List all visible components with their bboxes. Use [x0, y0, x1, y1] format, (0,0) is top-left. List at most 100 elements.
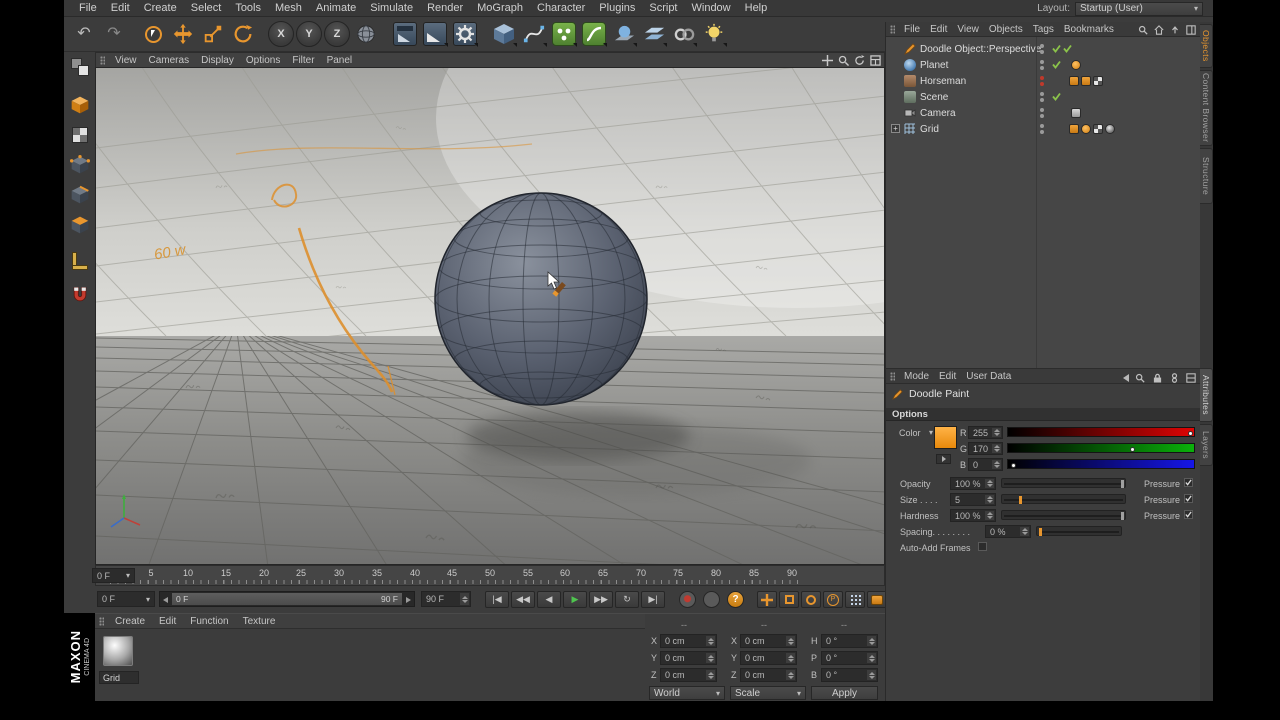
- record-position-toggle[interactable]: [757, 591, 777, 608]
- channel-g-slider[interactable]: [1007, 443, 1195, 453]
- axis-z-toggle[interactable]: Z: [324, 21, 350, 47]
- toggle-view-icon[interactable]: [869, 54, 881, 66]
- model-mode-button[interactable]: [67, 92, 93, 118]
- stepper[interactable]: [992, 444, 1001, 453]
- help-button[interactable]: ?: [727, 591, 744, 608]
- add-camera-button[interactable]: [670, 20, 698, 48]
- object-row-horseman[interactable]: Horseman: [886, 73, 1201, 89]
- opacity-pressure-checkbox[interactable]: [1184, 478, 1193, 487]
- spacing-field[interactable]: 0 %: [985, 525, 1031, 538]
- menu-mesh[interactable]: Mesh: [268, 2, 309, 14]
- expand-icon[interactable]: +: [891, 124, 900, 133]
- visibility-dots[interactable]: [1040, 108, 1044, 118]
- points-mode-button[interactable]: [67, 152, 93, 178]
- om-menu-view[interactable]: View: [952, 24, 984, 35]
- scale-tool-button[interactable]: [199, 20, 227, 48]
- visibility-dots[interactable]: [1040, 60, 1044, 70]
- om-menu-objects[interactable]: Objects: [984, 24, 1028, 35]
- polygons-mode-button[interactable]: [67, 212, 93, 238]
- tab-objects[interactable]: Objects: [1200, 24, 1213, 68]
- tab-layers[interactable]: Layers: [1200, 424, 1213, 466]
- tag-texture-icon[interactable]: [1081, 76, 1091, 86]
- vp-menu-filter[interactable]: Filter: [286, 55, 320, 66]
- object-row-camera[interactable]: Camera: [886, 105, 1201, 121]
- preview-range-slider[interactable]: 0 F 90 F: [159, 591, 415, 607]
- previous-frame-button[interactable]: ◀: [537, 591, 561, 608]
- tag-orange-icon[interactable]: [1071, 60, 1081, 70]
- stepper[interactable]: [1020, 527, 1029, 536]
- hardness-field[interactable]: 100 %: [950, 509, 996, 522]
- channel-b-slider[interactable]: [1007, 459, 1195, 469]
- panel-grip[interactable]: [99, 616, 104, 626]
- hardness-pressure-checkbox[interactable]: [1184, 510, 1193, 519]
- tag-compositing-icon[interactable]: [1093, 124, 1103, 134]
- coord-world-dropdown[interactable]: World ▾: [649, 686, 725, 700]
- menu-select[interactable]: Select: [184, 2, 229, 14]
- menu-animate[interactable]: Animate: [309, 2, 363, 14]
- tag-display-icon[interactable]: [1071, 108, 1081, 118]
- object-row-planet[interactable]: Planet: [886, 57, 1201, 73]
- current-frame-field[interactable]: 0 F ▾: [97, 591, 155, 607]
- menu-character[interactable]: Character: [530, 2, 592, 14]
- size-x-field[interactable]: 0 cm: [740, 634, 797, 648]
- end-frame-stepper[interactable]: [460, 593, 469, 605]
- render-view-button[interactable]: [391, 20, 419, 48]
- add-light-button[interactable]: [700, 20, 728, 48]
- visibility-dots[interactable]: [1040, 44, 1044, 54]
- autokey-button[interactable]: [703, 591, 720, 608]
- play-mode-button[interactable]: ↻: [615, 591, 639, 608]
- stepper[interactable]: [985, 479, 994, 488]
- apply-button[interactable]: Apply: [811, 686, 878, 700]
- goto-end-button[interactable]: ▶|: [641, 591, 665, 608]
- add-generator-button[interactable]: [550, 20, 578, 48]
- lock-icon[interactable]: [1151, 372, 1163, 384]
- vp-menu-cameras[interactable]: Cameras: [143, 55, 196, 66]
- om-menu-file[interactable]: File: [899, 24, 925, 35]
- render-settings-button[interactable]: [451, 20, 479, 48]
- record-parameter-toggle[interactable]: P: [823, 591, 843, 608]
- add-cube-button[interactable]: [490, 20, 518, 48]
- up-level-icon[interactable]: [1169, 24, 1181, 36]
- vp-menu-options[interactable]: Options: [240, 55, 286, 66]
- size-field[interactable]: 5: [950, 493, 996, 506]
- rotate-tool-button[interactable]: [229, 20, 257, 48]
- add-environment-button[interactable]: [610, 20, 638, 48]
- live-selection-button[interactable]: [139, 20, 167, 48]
- record-scale-toggle[interactable]: [779, 591, 799, 608]
- stepper[interactable]: [867, 636, 876, 646]
- material-thumbnail[interactable]: [103, 636, 133, 666]
- materials-panel[interactable]: Grid: [95, 629, 645, 701]
- options-section-header[interactable]: Options: [886, 408, 1201, 421]
- menu-window[interactable]: Window: [685, 2, 738, 14]
- timeline-ruler[interactable]: 0 5 10 15 20 25 30 35 40 45 50 55 60 65 …: [92, 565, 885, 586]
- mat-menu-edit[interactable]: Edit: [152, 616, 183, 627]
- mat-menu-function[interactable]: Function: [183, 616, 235, 627]
- enabled-check-icon[interactable]: [1052, 60, 1061, 72]
- object-row-grid[interactable]: + Grid: [886, 121, 1201, 137]
- stepper[interactable]: [786, 670, 795, 680]
- history-back-icon[interactable]: [1123, 374, 1129, 382]
- edges-mode-button[interactable]: [67, 182, 93, 208]
- record-point-level-toggle[interactable]: [845, 591, 865, 608]
- stepper[interactable]: [985, 511, 994, 520]
- timeline-frame-box[interactable]: 0 F ▾: [92, 568, 135, 583]
- menu-render[interactable]: Render: [420, 2, 470, 14]
- visibility-dots[interactable]: [1040, 124, 1044, 134]
- color-expand-button[interactable]: [936, 454, 951, 464]
- rotate-view-icon[interactable]: [853, 54, 865, 66]
- rotation-p-field[interactable]: 0 °: [821, 651, 878, 665]
- snap-button[interactable]: [67, 282, 93, 308]
- tag-phong-icon[interactable]: [1069, 124, 1079, 134]
- attr-menu-edit[interactable]: Edit: [934, 371, 961, 382]
- menu-file[interactable]: File: [72, 2, 104, 14]
- coord-header-3[interactable]: --: [841, 620, 847, 630]
- link-icon[interactable]: [1168, 372, 1180, 384]
- tag-phong-icon[interactable]: [1069, 76, 1079, 86]
- om-menu-edit[interactable]: Edit: [925, 24, 952, 35]
- auto-add-frames-checkbox[interactable]: [978, 542, 987, 551]
- channel-b-field[interactable]: 0: [968, 458, 1003, 471]
- hardness-slider[interactable]: [1001, 510, 1126, 520]
- undo-button[interactable]: ↶: [70, 20, 98, 48]
- stepper[interactable]: [786, 636, 795, 646]
- vp-menu-display[interactable]: Display: [195, 55, 240, 66]
